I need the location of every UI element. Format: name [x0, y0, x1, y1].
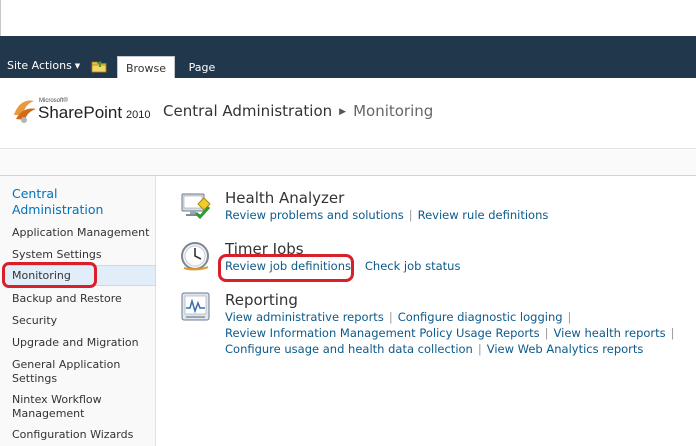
nav-item-general-application-settings[interactable]: General Application Settings	[12, 358, 137, 385]
highlight-annotation-review-job-definitions	[218, 254, 354, 282]
reporting-icon	[181, 292, 210, 321]
link-separator: |	[477, 342, 482, 356]
link-separator: |	[670, 326, 675, 340]
sharepoint-logo: Microsoft® SharePoint 2010	[14, 97, 150, 123]
link-view-web-analytics-reports[interactable]: View Web Analytics reports	[487, 342, 644, 356]
navigate-up-folder-icon[interactable]	[91, 59, 107, 73]
section-title-reporting: Reporting	[225, 291, 298, 309]
highlight-annotation-monitoring	[2, 262, 97, 288]
nav-item-application-management[interactable]: Application Management	[12, 226, 152, 240]
site-actions-menu[interactable]: Site Actions ▼	[7, 59, 80, 72]
reporting-links-row-1: View administrative reports | Configure di…	[225, 310, 576, 324]
title-separator-bar	[0, 148, 696, 176]
nav-item-nintex-workflow-management[interactable]: Nintex Workflow Management	[12, 393, 122, 420]
breadcrumb-current-page: Monitoring	[353, 102, 434, 120]
link-separator: |	[408, 208, 413, 222]
link-separator: |	[356, 259, 360, 273]
nav-item-upgrade-and-migration[interactable]: Upgrade and Migration	[12, 336, 152, 350]
breadcrumb-central-administration[interactable]: Central Administration	[163, 102, 332, 120]
tab-page[interactable]: Page	[182, 56, 222, 78]
nav-item-configuration-wizards[interactable]: Configuration Wizards	[12, 428, 152, 442]
link-separator: |	[567, 310, 572, 324]
tab-browse[interactable]: Browse	[117, 56, 175, 78]
breadcrumb: Central Administration ▶ Monitoring	[163, 102, 433, 120]
site-actions-label: Site Actions	[7, 59, 72, 72]
tab-browse-label: Browse	[125, 62, 167, 75]
breadcrumb-separator-icon: ▶	[339, 107, 347, 117]
top-blank-area	[0, 0, 696, 36]
section-title-health-analyzer: Health Analyzer	[225, 189, 345, 207]
link-separator: |	[388, 310, 393, 324]
link-view-administrative-reports[interactable]: View administrative reports	[225, 310, 384, 324]
nav-item-backup-and-restore[interactable]: Backup and Restore	[12, 292, 152, 306]
reporting-links-row-2: Review Information Management Policy Usa…	[225, 326, 680, 340]
nav-heading-central-administration[interactable]: Central Administration	[12, 186, 147, 218]
tab-page-label: Page	[188, 61, 216, 74]
nav-item-security[interactable]: Security	[12, 314, 152, 328]
link-review-information-management-policy-usage-reports[interactable]: Review Information Management Policy Usa…	[225, 326, 540, 340]
nav-item-system-settings[interactable]: System Settings	[12, 248, 152, 262]
link-review-rule-definitions[interactable]: Review rule definitions	[418, 208, 549, 222]
logo-product-text: SharePoint	[38, 103, 122, 122]
link-configure-usage-and-health-data-collection[interactable]: Configure usage and health data collecti…	[225, 342, 473, 356]
logo-version-text: 2010	[126, 109, 150, 121]
link-separator: |	[544, 326, 549, 340]
link-configure-diagnostic-logging[interactable]: Configure diagnostic logging	[398, 310, 563, 324]
clock-icon	[181, 242, 209, 271]
reporting-links-row-3: Configure usage and health data collecti…	[225, 342, 643, 356]
link-check-job-status[interactable]: Check job status	[365, 259, 461, 273]
link-view-health-reports[interactable]: View health reports	[554, 326, 666, 340]
health-analyzer-icon	[181, 193, 211, 220]
link-review-problems-and-solutions[interactable]: Review problems and solutions	[225, 208, 404, 222]
health-analyzer-links: Review problems and solutions | Review rul…	[225, 208, 548, 222]
dropdown-arrow-icon: ▼	[74, 62, 81, 70]
